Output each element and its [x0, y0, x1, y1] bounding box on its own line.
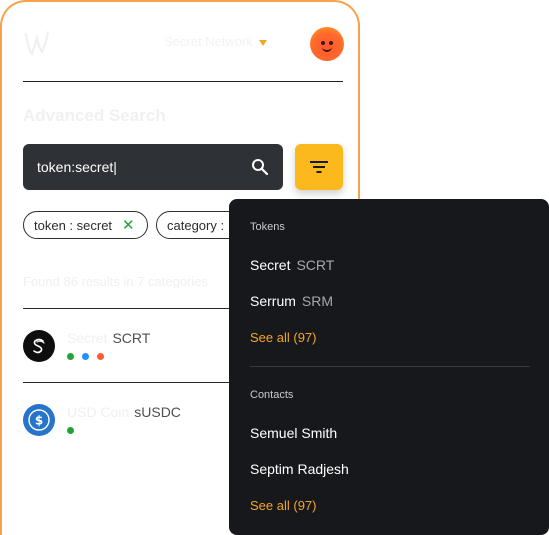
search-icon[interactable]: [251, 158, 269, 176]
network-selector[interactable]: Secret Network: [164, 34, 267, 49]
svg-text:$: $: [35, 414, 43, 428]
suggestion-name: Serrum: [250, 293, 296, 309]
avatar-face-icon[interactable]: [310, 27, 344, 61]
suggestion-contact[interactable]: Septim Radjesh: [250, 461, 349, 477]
wallet-logo-icon[interactable]: [20, 26, 54, 60]
avatar-eye-left: [321, 41, 325, 45]
see-all-tokens-link[interactable]: See all (97): [250, 330, 316, 345]
token-symbol: SCRT: [112, 330, 151, 346]
avatar-mouth: [322, 47, 332, 52]
usdc-token-icon: $: [23, 404, 55, 436]
token-status-dots: [67, 353, 150, 360]
search-suggestions-dropdown: Tokens Secret SCRT Serrum SRM See all (9…: [229, 199, 549, 535]
suggestion-token[interactable]: Serrum SRM: [250, 293, 333, 309]
suggestion-name: Semuel Smith: [250, 425, 338, 441]
suggestion-symbol: SRM: [301, 293, 334, 309]
filter-chip-token[interactable]: token : secret ✕: [23, 211, 148, 239]
token-status-dots: [67, 427, 181, 434]
suggestion-name: Secret: [250, 257, 291, 273]
avatar-eye-right: [329, 41, 333, 45]
suggestion-name: Septim Radjesh: [250, 461, 349, 477]
dropdown-divider: [250, 366, 530, 367]
search-input[interactable]: [37, 159, 251, 175]
header-divider: [23, 81, 343, 82]
token-line: Secret SCRT: [67, 330, 150, 346]
status-dot: [82, 353, 89, 360]
token-meta: Secret SCRT: [67, 330, 150, 362]
network-label: Secret Network: [164, 34, 253, 49]
close-icon[interactable]: ✕: [122, 218, 135, 233]
suggestion-token[interactable]: Secret SCRT: [250, 257, 334, 273]
token-meta: USD Coin sUSDC: [67, 404, 181, 436]
filter-chip-label: category :: [167, 217, 225, 233]
filter-chip-label: token : secret: [34, 217, 113, 233]
suggestion-symbol: SCRT: [296, 257, 335, 273]
chevron-down-icon: [258, 39, 267, 46]
search-box[interactable]: [23, 144, 283, 190]
page-title: Advanced Search: [23, 106, 166, 125]
suggestion-contact[interactable]: Semuel Smith: [250, 425, 337, 441]
filter-button[interactable]: [295, 144, 343, 190]
token-symbol: sUSDC: [134, 404, 181, 420]
section-label-contacts: Contacts: [250, 389, 294, 401]
token-name: Secret: [67, 330, 108, 346]
secret-token-icon: [23, 330, 55, 362]
list-item[interactable]: Secret SCRT: [23, 330, 150, 362]
token-name: USD Coin: [67, 404, 130, 420]
filter-icon: [310, 161, 328, 173]
token-line: USD Coin sUSDC: [67, 404, 181, 420]
status-dot: [97, 353, 104, 360]
list-item[interactable]: $ USD Coin sUSDC: [23, 404, 181, 436]
section-label-tokens: Tokens: [250, 221, 285, 233]
status-dot: [67, 427, 74, 434]
status-dot: [67, 353, 74, 360]
results-summary: Found 86 results in 7 categories: [23, 274, 208, 289]
see-all-contacts-link[interactable]: See all (97): [250, 498, 316, 513]
